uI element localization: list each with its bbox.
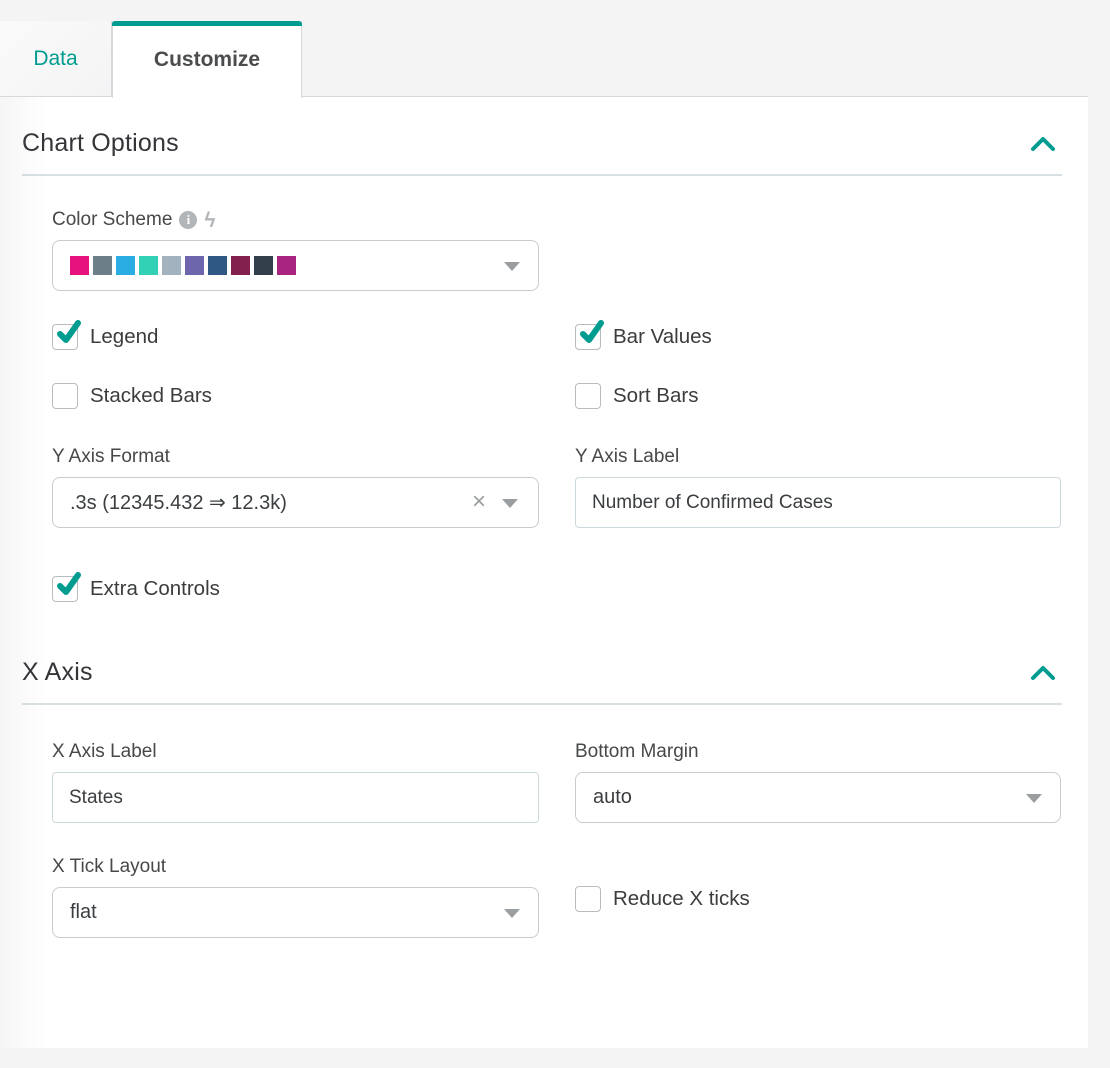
color-swatch bbox=[139, 256, 158, 275]
color-swatch bbox=[93, 256, 112, 275]
x-tick-layout-value: flat bbox=[70, 901, 97, 924]
color-swatch bbox=[277, 256, 296, 275]
tab-bar: Data Customize bbox=[0, 0, 1110, 97]
color-swatch bbox=[70, 256, 89, 275]
chevron-down-icon bbox=[502, 499, 518, 508]
clear-icon[interactable]: × bbox=[472, 490, 486, 514]
color-swatch bbox=[185, 256, 204, 275]
bar-values-checkbox[interactable] bbox=[575, 324, 601, 350]
color-swatch bbox=[231, 256, 250, 275]
color-scheme-select[interactable] bbox=[52, 240, 539, 291]
y-axis-format-value: .3s (12345.432 ⇒ 12.3k) bbox=[70, 490, 287, 515]
chevron-down-icon bbox=[504, 909, 520, 918]
stacked-bars-label: Stacked Bars bbox=[90, 384, 212, 408]
x-tick-layout-select[interactable]: flat bbox=[52, 887, 539, 938]
reduce-x-ticks-checkbox[interactable] bbox=[575, 886, 601, 912]
color-scheme-label-row: Color Scheme i ϟ bbox=[52, 209, 1062, 231]
extra-controls-checkbox[interactable] bbox=[52, 576, 78, 602]
chevron-up-icon[interactable] bbox=[1028, 662, 1058, 684]
bar-values-checkbox-row[interactable]: Bar Values bbox=[575, 324, 1061, 350]
sort-bars-checkbox-row[interactable]: Sort Bars bbox=[575, 383, 1061, 409]
color-swatch bbox=[162, 256, 181, 275]
info-icon[interactable]: i bbox=[179, 211, 197, 229]
y-axis-format-label: Y Axis Format bbox=[52, 446, 539, 468]
chart-options-title: Chart Options bbox=[22, 129, 179, 158]
section-divider bbox=[22, 174, 1062, 176]
stacked-bars-checkbox[interactable] bbox=[52, 383, 78, 409]
y-axis-label-input[interactable] bbox=[575, 477, 1061, 528]
tab-data-label: Data bbox=[33, 47, 77, 71]
bottom-margin-value: auto bbox=[593, 786, 632, 809]
legend-label: Legend bbox=[90, 325, 158, 349]
bar-values-label: Bar Values bbox=[613, 325, 712, 349]
stacked-bars-checkbox-row[interactable]: Stacked Bars bbox=[52, 383, 539, 409]
sort-bars-label: Sort Bars bbox=[613, 384, 698, 408]
color-swatch bbox=[254, 256, 273, 275]
bottom-margin-select[interactable]: auto bbox=[575, 772, 1061, 823]
bolt-icon: ϟ bbox=[204, 210, 215, 231]
legend-checkbox[interactable] bbox=[52, 324, 78, 350]
reduce-x-ticks-label: Reduce X ticks bbox=[613, 887, 750, 911]
x-tick-layout-label: X Tick Layout bbox=[52, 856, 539, 878]
chevron-down-icon bbox=[1026, 794, 1042, 803]
y-axis-format-select[interactable]: .3s (12345.432 ⇒ 12.3k) × bbox=[52, 477, 539, 528]
x-axis-header: X Axis bbox=[22, 602, 1062, 687]
x-axis-label-input[interactable] bbox=[52, 772, 539, 823]
chevron-up-icon[interactable] bbox=[1028, 133, 1058, 155]
x-axis-label-label: X Axis Label bbox=[52, 741, 539, 763]
chart-options-header: Chart Options bbox=[22, 97, 1062, 158]
color-swatch bbox=[208, 256, 227, 275]
bottom-margin-label: Bottom Margin bbox=[575, 741, 1061, 763]
tab-customize[interactable]: Customize bbox=[112, 21, 302, 98]
section-divider bbox=[22, 703, 1062, 705]
color-scheme-swatches bbox=[70, 256, 296, 275]
chevron-down-icon bbox=[504, 262, 520, 271]
color-scheme-label: Color Scheme bbox=[52, 209, 172, 231]
reduce-x-ticks-checkbox-row[interactable]: Reduce X ticks bbox=[575, 886, 1061, 912]
extra-controls-label: Extra Controls bbox=[90, 577, 220, 601]
x-axis-title: X Axis bbox=[22, 658, 93, 687]
tab-customize-label: Customize bbox=[154, 48, 260, 72]
extra-controls-checkbox-row[interactable]: Extra Controls bbox=[52, 576, 1062, 602]
sort-bars-checkbox[interactable] bbox=[575, 383, 601, 409]
color-swatch bbox=[116, 256, 135, 275]
tab-data[interactable]: Data bbox=[0, 21, 112, 97]
y-axis-label-label: Y Axis Label bbox=[575, 446, 1061, 468]
customize-panel: Chart Options Color Scheme i ϟ bbox=[0, 97, 1088, 1048]
legend-checkbox-row[interactable]: Legend bbox=[52, 324, 539, 350]
